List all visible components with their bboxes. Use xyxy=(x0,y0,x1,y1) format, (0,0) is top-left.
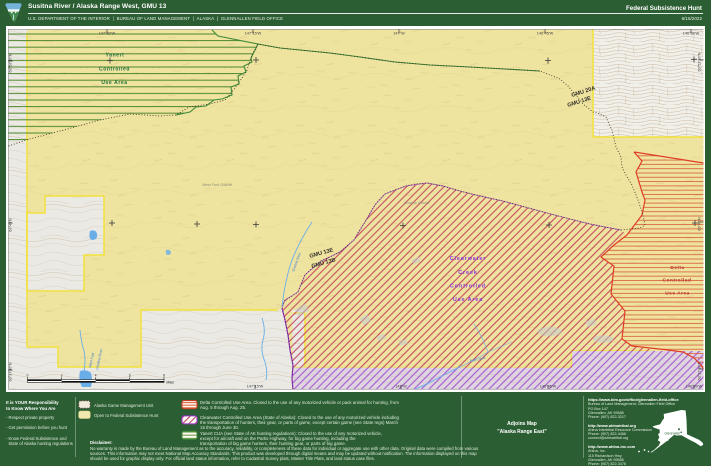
svg-text:Creek: Creek xyxy=(458,270,478,276)
svg-text:147°30'W: 147°30'W xyxy=(99,32,116,36)
svg-text:Delta: Delta xyxy=(670,265,684,271)
svg-text:63°45'N: 63°45'N xyxy=(698,217,702,231)
svg-text:6: 6 xyxy=(129,373,131,377)
svg-text:West Fork Glacier: West Fork Glacier xyxy=(202,183,233,187)
svg-text:Use Area: Use Area xyxy=(101,80,127,86)
svg-text:146°30'W: 146°30'W xyxy=(683,32,700,36)
svg-text:Use Area: Use Area xyxy=(453,297,483,303)
svg-text:63°52'30"N: 63°52'30"N xyxy=(698,52,702,71)
svg-text:63°52'30"N: 63°52'30"N xyxy=(9,53,13,72)
svg-text:Clearwater: Clearwater xyxy=(450,256,487,262)
svg-text:Controlled: Controlled xyxy=(663,278,692,284)
svg-text:147°15'W: 147°15'W xyxy=(247,385,264,389)
svg-text:147°15'W: 147°15'W xyxy=(245,32,262,36)
svg-text:63°45'N: 63°45'N xyxy=(9,218,13,232)
svg-text:0: 0 xyxy=(27,373,29,377)
svg-text:Glennallen: Glennallen xyxy=(665,431,681,435)
svg-text:146°45'W: 146°45'W xyxy=(537,32,554,36)
svg-text:Controlled: Controlled xyxy=(450,284,486,290)
svg-text:4: 4 xyxy=(95,373,97,377)
svg-text:147°W: 147°W xyxy=(393,32,405,36)
svg-text:63°37'30"N: 63°37'30"N xyxy=(9,362,13,381)
svg-text:146°45'W: 146°45'W xyxy=(540,385,557,389)
svg-text:8: 8 xyxy=(163,373,165,377)
svg-text:Miles: Miles xyxy=(167,380,175,384)
svg-text:63°37'30"N: 63°37'30"N xyxy=(698,361,702,380)
svg-text:147°W: 147°W xyxy=(395,385,407,389)
svg-text:2: 2 xyxy=(61,373,63,377)
svg-text:Susitna Glacier: Susitna Glacier xyxy=(404,201,430,205)
svg-text:Controlled: Controlled xyxy=(99,67,130,73)
svg-text:Use Area: Use Area xyxy=(665,291,690,297)
svg-text:Yanert: Yanert xyxy=(106,53,125,59)
svg-text:146°30'W: 146°30'W xyxy=(686,385,703,389)
